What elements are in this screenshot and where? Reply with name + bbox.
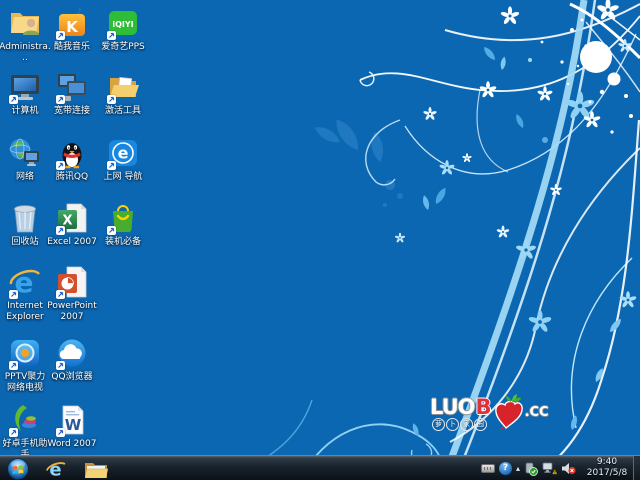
icon-label: 激活工具 xyxy=(104,106,141,116)
powerpoint-icon xyxy=(55,265,89,299)
windows-logo-icon xyxy=(7,457,29,480)
recycle-bin-icon xyxy=(8,201,42,235)
icon-label: Internet Explorer xyxy=(6,301,44,322)
pptv-icon xyxy=(8,336,42,370)
desktop-icon-iqiyi-pps[interactable]: iQIYI 爱奇艺PPS xyxy=(97,6,149,53)
shortcut-arrow-icon xyxy=(56,361,65,370)
watermark-luo-text: LUO xyxy=(430,395,476,419)
desktop-icon-pptv[interactable]: PPTV聚力 网络电视 xyxy=(0,336,51,393)
icon-label: PPTV聚力 网络电视 xyxy=(4,372,46,393)
shortcut-arrow-icon xyxy=(9,95,18,104)
show-desktop-button[interactable] xyxy=(633,456,640,480)
icon-label: 装机必备 xyxy=(104,237,141,247)
show-hidden-icons-button[interactable]: ▴ xyxy=(516,464,520,473)
shortcut-arrow-icon xyxy=(56,161,65,170)
icon-label: Word 2007 xyxy=(47,439,97,449)
shortcut-arrow-icon xyxy=(9,361,18,370)
internet-explorer-icon: e xyxy=(8,265,42,299)
haozhuo-assistant-icon xyxy=(8,403,42,437)
excel-icon: X xyxy=(55,201,89,235)
desktop-icon-administrator[interactable]: Administra... xyxy=(0,6,51,63)
icon-label: 计算机 xyxy=(11,106,39,116)
kuwo-music-icon: K ♪ xyxy=(55,6,89,40)
watermark-cc-text: .CC xyxy=(524,405,549,420)
broadband-connection-icon xyxy=(55,70,89,104)
clock-time: 9:40 xyxy=(596,457,618,467)
icon-label: 回收站 xyxy=(11,237,39,247)
desktop-icon-tencent-qq[interactable]: 腾讯QQ xyxy=(46,136,98,183)
safety-status-icon[interactable] xyxy=(524,462,538,476)
computer-monitor-icon xyxy=(8,70,42,104)
icon-label: QQ浏览器 xyxy=(51,372,93,382)
start-button[interactable] xyxy=(6,457,30,480)
internet-explorer-icon: e xyxy=(46,459,66,480)
icon-label: 上网 导航 xyxy=(103,172,143,182)
taskbar-internet-explorer-button[interactable]: e xyxy=(44,457,68,480)
folder-icon xyxy=(85,462,108,478)
desktop-icon-recycle-bin[interactable]: 回收站 xyxy=(0,201,51,248)
iqiyi-icon: iQIYI xyxy=(106,6,140,40)
desktop-icon-activation-tools[interactable]: 激活工具 xyxy=(97,70,149,117)
svg-text:e: e xyxy=(118,144,129,163)
shortcut-arrow-icon xyxy=(56,95,65,104)
volume-muted-icon[interactable] xyxy=(561,462,576,475)
taskbar: e ? ▴ 9:40 2017/5/8 xyxy=(0,455,640,480)
icon-label: Administra... xyxy=(0,42,51,63)
shortcut-arrow-icon xyxy=(56,226,65,235)
desktop-icon-computer[interactable]: 计算机 xyxy=(0,70,51,117)
qq-browser-icon xyxy=(55,336,89,370)
radish-logo-icon xyxy=(492,394,524,430)
folder-icon xyxy=(106,70,140,104)
desktop-icon-web-navigation[interactable]: e 上网 导航 xyxy=(97,136,149,183)
taskbar-clock[interactable]: 9:40 2017/5/8 xyxy=(582,457,632,479)
desktop-icon-essential-software[interactable]: 装机必备 xyxy=(97,201,149,248)
icon-label: 爱奇艺PPS xyxy=(101,42,145,52)
desktop-icon-excel-2007[interactable]: X Excel 2007 xyxy=(46,201,98,248)
icon-label: PowerPoint 2007 xyxy=(47,301,97,322)
watermark-chinese-name: 萝 卜 家 园 xyxy=(432,418,487,431)
shortcut-arrow-icon xyxy=(9,428,18,437)
icon-label: 腾讯QQ xyxy=(55,172,89,182)
desktop: Administra... K ♪ 酷我音乐 iQIYI 爱奇艺PPS 计算机 … xyxy=(0,0,640,480)
clock-date: 2017/5/8 xyxy=(586,468,628,478)
qq-penguin-icon xyxy=(55,136,89,170)
navigation-e-icon: e xyxy=(106,136,140,170)
input-method-icon[interactable] xyxy=(480,464,495,473)
svg-text:iQIYI: iQIYI xyxy=(112,20,133,29)
network-status-warning-icon[interactable] xyxy=(542,462,557,475)
shortcut-arrow-icon xyxy=(107,31,116,40)
desktop-icon-haozhuo-assistant[interactable]: 好卓手机助手 xyxy=(0,403,51,460)
shortcut-arrow-icon xyxy=(107,95,116,104)
system-tray: ? ▴ xyxy=(480,456,576,480)
user-folder-icon xyxy=(8,6,42,40)
shortcut-arrow-icon xyxy=(9,290,18,299)
help-icon[interactable]: ? xyxy=(498,462,512,475)
luobo-watermark: LUO B .CC 萝 卜 家 园 xyxy=(430,394,580,438)
shortcut-arrow-icon xyxy=(56,428,65,437)
icon-label: 网络 xyxy=(15,172,34,182)
svg-text:W: W xyxy=(65,416,82,434)
shortcut-arrow-icon xyxy=(107,226,116,235)
desktop-icon-broadband[interactable]: 宽带连接 xyxy=(46,70,98,117)
word-icon: W xyxy=(55,403,89,437)
desktop-icon-qq-browser[interactable]: QQ浏览器 xyxy=(46,336,98,383)
watermark-b-text: B xyxy=(475,395,492,419)
icon-label: Excel 2007 xyxy=(47,237,97,247)
desktop-icon-kuwo-music[interactable]: K ♪ 酷我音乐 xyxy=(46,6,98,53)
desktop-icon-word-2007[interactable]: W Word 2007 xyxy=(46,403,98,450)
icon-label: 宽带连接 xyxy=(53,106,90,116)
network-globe-icon xyxy=(8,136,42,170)
shortcut-arrow-icon xyxy=(56,290,65,299)
taskbar-explorer-button[interactable] xyxy=(84,457,108,480)
shortcut-arrow-icon xyxy=(56,31,65,40)
shortcut-arrow-icon xyxy=(107,161,116,170)
desktop-icon-powerpoint-2007[interactable]: PowerPoint 2007 xyxy=(46,265,98,322)
desktop-icon-network[interactable]: 网络 xyxy=(0,136,51,183)
desktop-icon-internet-explorer[interactable]: e Internet Explorer xyxy=(0,265,51,322)
svg-text:K: K xyxy=(66,18,79,36)
icon-label: 酷我音乐 xyxy=(53,42,90,52)
svg-text:♪: ♪ xyxy=(76,7,81,16)
shopping-bag-icon xyxy=(106,201,140,235)
